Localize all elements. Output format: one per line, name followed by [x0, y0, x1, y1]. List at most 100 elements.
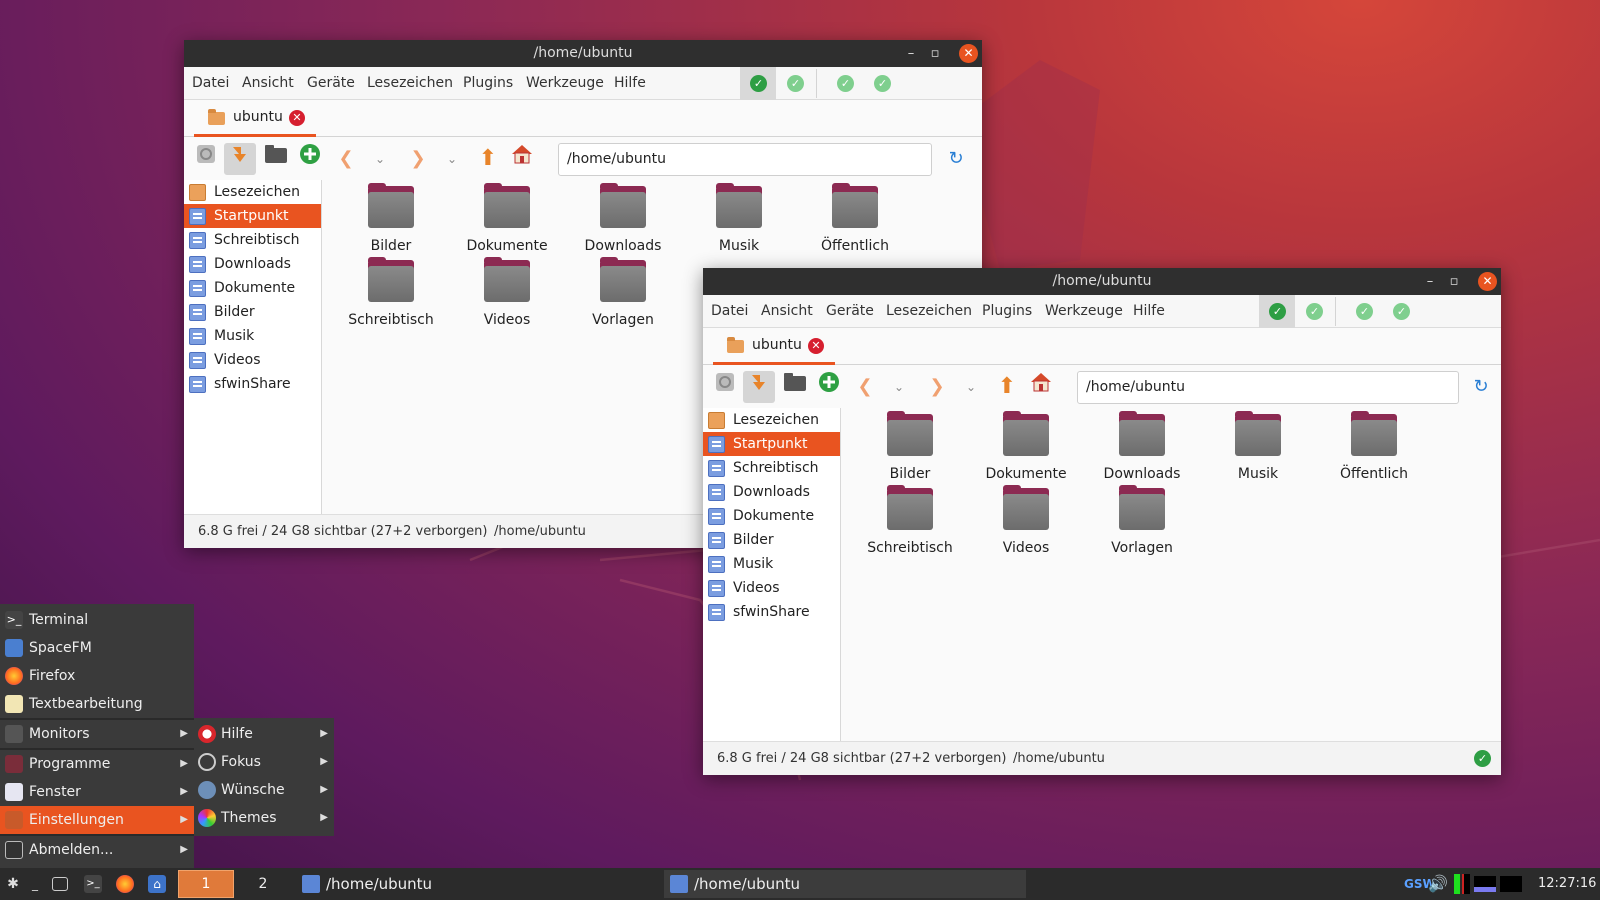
menu-geraete[interactable]: Geräte [307, 67, 355, 100]
menu-hilfe[interactable]: Hilfe [1133, 295, 1165, 328]
file-item-schreibtisch[interactable]: Schreibtisch [853, 485, 967, 556]
home-icon[interactable] [506, 143, 538, 175]
sidebar-item-dokumente[interactable]: Dokumente [703, 504, 840, 528]
window-list-icon[interactable] [52, 877, 68, 891]
panel-2-toggle-icon[interactable]: ✓ [787, 75, 804, 92]
menu-item-programme[interactable]: Programme ▶ [0, 750, 194, 778]
folder-tree-icon[interactable] [260, 143, 292, 175]
submenu-item-hilfe[interactable]: Hilfe ▶ [194, 720, 334, 748]
submenu-item-themes[interactable]: Themes ▶ [194, 804, 334, 832]
new-tab-icon[interactable] [813, 371, 845, 403]
devices-icon[interactable] [709, 371, 741, 403]
forward-history-chevron-icon[interactable]: ⌄ [955, 371, 987, 403]
sidebar-item-sfwinshare[interactable]: sfwinShare [703, 600, 840, 624]
sidebar-item-schreibtisch[interactable]: Schreibtisch [184, 228, 321, 252]
file-item-vorlagen[interactable]: Vorlagen [566, 257, 680, 328]
forward-icon[interactable]: ❯ [921, 371, 953, 403]
panel-4-toggle-icon[interactable]: ✓ [874, 75, 891, 92]
sidebar-item-bilder[interactable]: Bilder [703, 528, 840, 552]
sidebar-item-bilder[interactable]: Bilder [184, 300, 321, 324]
workspace-2-button[interactable]: 2 [236, 870, 290, 898]
sidebar-item-downloads[interactable]: Downloads [703, 480, 840, 504]
menu-plugins[interactable]: Plugins [982, 295, 1032, 328]
devices-icon[interactable] [190, 143, 222, 175]
path-input[interactable]: /home/ubuntu [1077, 371, 1459, 404]
panel-4-toggle-icon[interactable]: ✓ [1393, 303, 1410, 320]
menu-item-fenster[interactable]: Fenster ▶ [0, 778, 194, 806]
menu-datei[interactable]: Datei [192, 67, 229, 100]
forward-icon[interactable]: ❯ [402, 143, 434, 175]
file-item-downloads[interactable]: Downloads [1085, 411, 1199, 482]
menu-item-monitors[interactable]: Monitors ▶ [0, 720, 194, 748]
close-tab-icon[interactable]: ✕ [808, 338, 824, 354]
menu-item-firefox[interactable]: Firefox [0, 662, 194, 690]
close-window-button[interactable]: ✕ [959, 44, 978, 63]
file-manager-window-front[interactable]: /home/ubuntu – ▫ ✕ Datei Ansicht Geräte … [703, 268, 1501, 775]
tab-ubuntu[interactable]: ubuntu ✕ [713, 328, 835, 365]
file-item-dokumente[interactable]: Dokumente [450, 183, 564, 254]
panel-1-toggle-icon[interactable]: ✓ [750, 75, 767, 92]
up-icon[interactable]: ⬆ [991, 371, 1023, 403]
menu-item-einstellungen[interactable]: Einstellungen ▶ [0, 806, 194, 834]
menu-datei[interactable]: Datei [711, 295, 748, 328]
maximize-button[interactable]: ▫ [924, 40, 946, 67]
panel-3-toggle-icon[interactable]: ✓ [837, 75, 854, 92]
menu-ansicht[interactable]: Ansicht [761, 295, 813, 328]
task-window-1[interactable]: /home/ubuntu [296, 870, 656, 898]
file-item-musik[interactable]: Musik [1201, 411, 1315, 482]
sidebar-item-lesezeichen[interactable]: Lesezeichen [184, 180, 321, 204]
minimize-button[interactable]: – [1419, 268, 1441, 295]
menu-plugins[interactable]: Plugins [463, 67, 513, 100]
file-item-dokumente[interactable]: Dokumente [969, 411, 1083, 482]
back-icon[interactable]: ❮ [849, 371, 881, 403]
back-history-chevron-icon[interactable]: ⌄ [364, 143, 396, 175]
terminal-launcher-icon[interactable]: >_ [84, 875, 102, 893]
back-history-chevron-icon[interactable]: ⌄ [883, 371, 915, 403]
file-item-schreibtisch[interactable]: Schreibtisch [334, 257, 448, 328]
task-window-2[interactable]: /home/ubuntu [664, 870, 1026, 898]
bookmarks-toggle-icon[interactable] [224, 143, 256, 175]
panel-2-toggle-icon[interactable]: ✓ [1306, 303, 1323, 320]
file-item-oeffentlich[interactable]: Öffentlich [798, 183, 912, 254]
menu-ansicht[interactable]: Ansicht [242, 67, 294, 100]
menu-werkzeuge[interactable]: Werkzeuge [526, 67, 604, 100]
panel-3-toggle-icon[interactable]: ✓ [1356, 303, 1373, 320]
bookmarks-toggle-icon[interactable] [743, 371, 775, 403]
menu-item-textbearbeitung[interactable]: Textbearbeitung [0, 690, 194, 718]
file-item-vorlagen[interactable]: Vorlagen [1085, 485, 1199, 556]
file-item-videos[interactable]: Videos [450, 257, 564, 328]
spacefm-launcher-icon[interactable]: ⌂ [148, 875, 166, 893]
sidebar-item-downloads[interactable]: Downloads [184, 252, 321, 276]
sidebar-item-videos[interactable]: Videos [703, 576, 840, 600]
sidebar-item-schreibtisch[interactable]: Schreibtisch [703, 456, 840, 480]
file-item-downloads[interactable]: Downloads [566, 183, 680, 254]
new-tab-icon[interactable] [294, 143, 326, 175]
folder-tree-icon[interactable] [779, 371, 811, 403]
submenu-item-fokus[interactable]: Fokus ▶ [194, 748, 334, 776]
back-icon[interactable]: ❮ [330, 143, 362, 175]
close-tab-icon[interactable]: ✕ [289, 110, 305, 126]
menu-lesezeichen[interactable]: Lesezeichen [367, 67, 453, 100]
sidebar-item-startpunkt[interactable]: Startpunkt [184, 204, 321, 228]
home-icon[interactable] [1025, 371, 1057, 403]
menu-item-abmelden[interactable]: Abmelden... ▶ [0, 836, 194, 864]
workspace-1-button[interactable]: 1 [178, 870, 234, 898]
sidebar-item-musik[interactable]: Musik [184, 324, 321, 348]
menu-lesezeichen[interactable]: Lesezeichen [886, 295, 972, 328]
menu-geraete[interactable]: Geräte [826, 295, 874, 328]
panel-1-toggle-icon[interactable]: ✓ [1269, 303, 1286, 320]
refresh-icon[interactable]: ↻ [940, 143, 972, 175]
window-titlebar[interactable]: /home/ubuntu – ▫ ✕ [184, 40, 982, 67]
sidebar-item-startpunkt[interactable]: Startpunkt [703, 432, 840, 456]
maximize-button[interactable]: ▫ [1443, 268, 1465, 295]
tab-ubuntu[interactable]: ubuntu ✕ [194, 100, 316, 137]
menu-werkzeuge[interactable]: Werkzeuge [1045, 295, 1123, 328]
window-titlebar[interactable]: /home/ubuntu – ▫ ✕ [703, 268, 1501, 295]
file-item-oeffentlich[interactable]: Öffentlich [1317, 411, 1431, 482]
file-item-bilder[interactable]: Bilder [334, 183, 448, 254]
sidebar-item-videos[interactable]: Videos [184, 348, 321, 372]
submenu-item-wuensche[interactable]: Wünsche ▶ [194, 776, 334, 804]
start-menu-gear-icon[interactable]: ✱ [4, 875, 22, 893]
sidebar-item-dokumente[interactable]: Dokumente [184, 276, 321, 300]
sidebar-item-sfwinshare[interactable]: sfwinShare [184, 372, 321, 396]
